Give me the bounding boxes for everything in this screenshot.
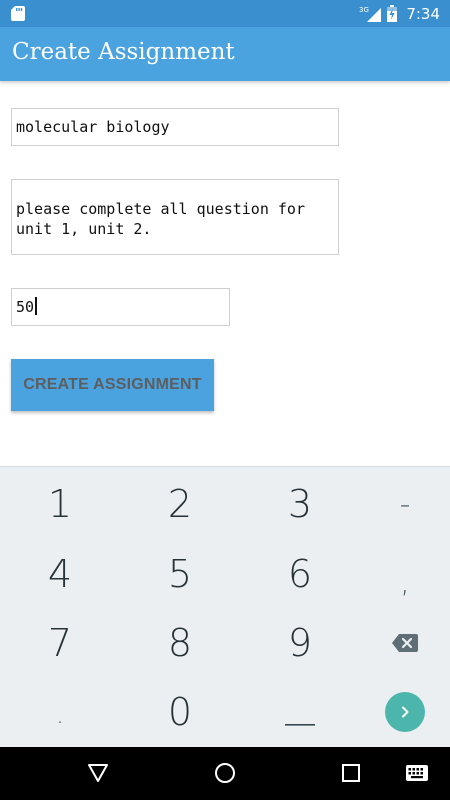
key-period[interactable]: . [15,680,105,750]
text-cursor [35,297,38,315]
key-1[interactable]: 1 [0,469,120,539]
home-icon [215,763,235,783]
key-comma[interactable]: , [360,547,450,617]
space-bar-icon [285,724,315,726]
home-button[interactable] [212,760,238,786]
keyboard-switch-icon [406,765,428,781]
key-8[interactable]: 8 [120,608,240,678]
keyboard-switch-button[interactable] [404,760,430,786]
space-key[interactable] [240,677,360,747]
key-5[interactable]: 5 [120,539,240,609]
backspace-key[interactable] [360,608,450,678]
navigation-bar [0,747,450,800]
go-key[interactable] [360,677,450,747]
recents-icon [342,764,360,782]
status-icons: 3G 7:34 [359,0,440,27]
clock: 7:34 [406,4,440,23]
back-icon [88,764,108,782]
sd-card-icon [11,6,25,21]
backspace-icon [392,634,418,652]
create-assignment-button[interactable]: CREATE ASSIGNMENT [11,359,214,411]
assignment-description-field[interactable]: please complete all question for unit 1,… [11,179,339,255]
key-3[interactable]: 3 [240,469,360,539]
status-bar: 3G 7:34 [0,0,450,27]
screen: 3G 7:34 Create Assignment molecular biol… [0,0,450,800]
battery-charging-icon [387,5,398,22]
key-2[interactable]: 2 [120,469,240,539]
key-minus[interactable]: - [360,469,450,539]
chevron-right-icon [402,706,409,718]
app-bar: Create Assignment [0,27,450,81]
network-type-label: 3G [359,6,369,14]
assignment-title-value: molecular biology [16,118,170,136]
key-0[interactable]: 0 [120,677,240,747]
back-button[interactable] [85,760,111,786]
assignment-marks-field[interactable]: 50 [11,288,230,326]
page-title: Create Assignment [12,39,235,65]
assignment-description-value: please complete all question for unit 1,… [16,200,305,238]
numeric-keyboard: 1 2 3 - 4 5 6 , 7 8 9 . 0 [0,466,450,747]
key-9[interactable]: 9 [240,608,360,678]
key-6[interactable]: 6 [240,539,360,609]
key-4[interactable]: 4 [0,539,120,609]
recents-button[interactable] [338,760,364,786]
assignment-title-field[interactable]: molecular biology [11,108,339,146]
cell-signal-icon: 3G [359,6,382,22]
key-7[interactable]: 7 [0,608,120,678]
assignment-marks-value: 50 [16,298,35,316]
go-button [385,692,425,732]
